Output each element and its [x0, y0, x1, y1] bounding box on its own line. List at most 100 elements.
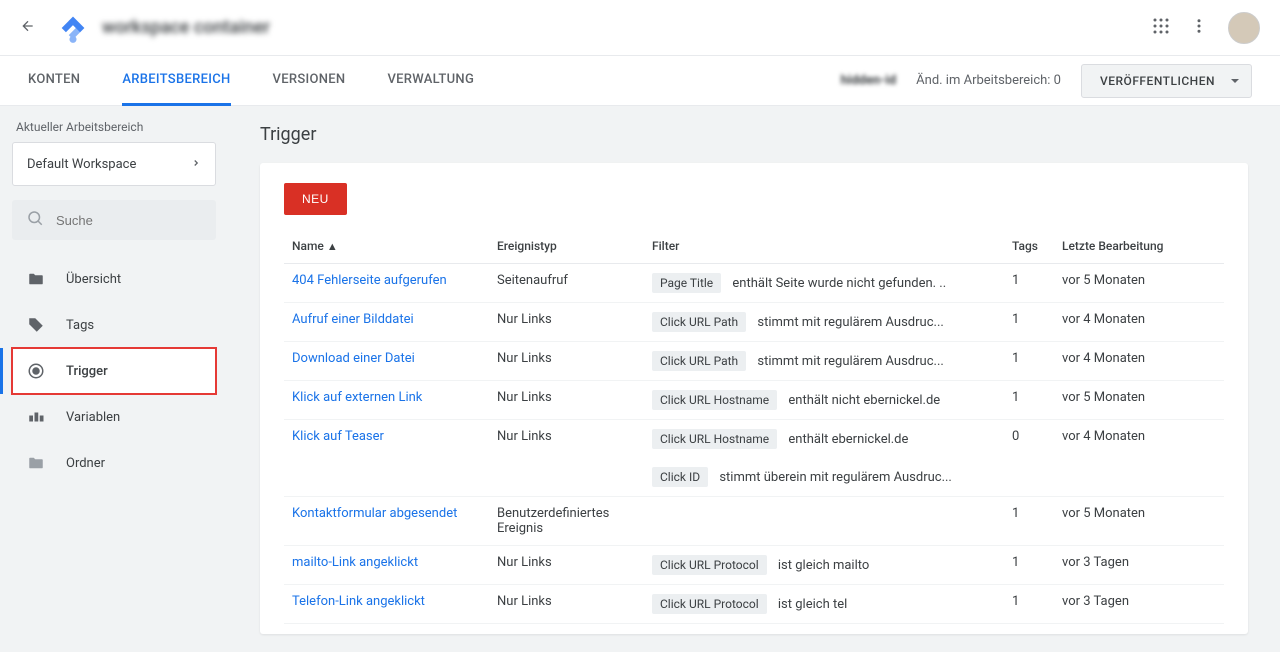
tab-versionen[interactable]: VERSIONEN [273, 56, 346, 106]
filter-cell: Click URL Protocol ist gleich tel [644, 585, 1004, 624]
search-icon [26, 209, 44, 231]
table-row[interactable]: Download einer DateiNur LinksClick URL P… [284, 342, 1224, 381]
trigger-name-link[interactable]: 404 Fehlerseite aufgerufen [292, 273, 447, 288]
back-arrow-icon[interactable] [20, 18, 36, 38]
table-row[interactable]: Click ID stimmt überein mit regulärem Au… [284, 458, 1224, 497]
filter-cell: Click URL Protocol ist gleich mailto [644, 546, 1004, 585]
chevron-right-icon [191, 157, 201, 172]
project-title[interactable]: workspace container [102, 17, 270, 38]
filter-cell: Page Title enthält Seite wurde nicht gef… [644, 264, 1004, 303]
sidebar-item-trigger[interactable]: Trigger [12, 348, 216, 394]
tag-icon [26, 316, 46, 334]
trigger-name-link[interactable]: Aufruf einer Bilddatei [292, 312, 414, 327]
col-tags[interactable]: Tags [1004, 229, 1054, 264]
sidebar: Aktueller Arbeitsbereich Default Workspa… [0, 106, 228, 652]
sub-nav: KONTENARBEITSBEREICHVERSIONENVERWALTUNG … [0, 56, 1280, 106]
filter-cell: Click URL Path stimmt mit regulärem Ausd… [644, 303, 1004, 342]
sidebar-item-label: Variablen [66, 410, 120, 425]
event-type: Benutzerdefiniertes Ereignis [489, 497, 644, 546]
workspace-label: Aktueller Arbeitsbereich [16, 120, 216, 134]
filter-chip: Click URL Hostname [652, 390, 777, 410]
tags-count: 1 [1004, 264, 1054, 303]
folder-icon [26, 270, 46, 288]
table-row[interactable]: mailto-Link angeklickt Nur LinksClick URL… [284, 546, 1224, 585]
search-input[interactable] [56, 213, 202, 228]
user-avatar[interactable] [1228, 12, 1260, 44]
filter-chip: Page Title [652, 273, 721, 293]
workspace-changes-text[interactable]: Änd. im Arbeitsbereich: 0 [916, 73, 1061, 88]
filter-cell: Click URL Hostname enthält nicht ebernic… [644, 381, 1004, 420]
table-row[interactable]: Klick auf TeaserNur LinksClick URL Hostn… [284, 420, 1224, 459]
trigger-name-link[interactable]: mailto-Link angeklickt [292, 555, 418, 570]
tags-count: 0 [1004, 420, 1054, 459]
sidebar-item-übersicht[interactable]: Übersicht [12, 256, 216, 302]
trigger-name-link[interactable]: Klick auf Teaser [292, 429, 384, 444]
table-row[interactable]: Kontaktformular abgesendet Benutzerdefini… [284, 497, 1224, 546]
col-event[interactable]: Ereignistyp [489, 229, 644, 264]
col-edited[interactable]: Letzte Bearbeitung [1054, 229, 1224, 264]
tags-count: 1 [1004, 585, 1054, 624]
trigger-name-link[interactable]: Kontaktformular abgesendet [292, 506, 457, 521]
trigger-table: Name ▲ Ereignistyp Filter Tags Letzte Be… [284, 229, 1224, 624]
event-type: Nur Links [489, 303, 644, 342]
sidebar-item-variablen[interactable]: Variablen [12, 394, 216, 440]
filter-chip: Click ID [652, 467, 708, 487]
content: Trigger NEU Name ▲ Ereignistyp Filter Ta… [228, 106, 1280, 652]
trigger-name-link[interactable]: Telefon-Link angeklickt [292, 594, 425, 609]
target-icon [26, 362, 46, 380]
filter-chip: Click URL Hostname [652, 429, 777, 449]
filter-cell: Click URL Path stimmt mit regulärem Ausd… [644, 342, 1004, 381]
tags-count: 1 [1004, 546, 1054, 585]
col-name[interactable]: Name ▲ [284, 229, 489, 264]
container-id[interactable]: hidden-id [841, 73, 897, 88]
sort-asc-icon: ▲ [327, 240, 338, 253]
publish-button[interactable]: VERÖFFENTLICHEN [1081, 64, 1252, 98]
event-type: Nur Links [489, 546, 644, 585]
tags-count: 1 [1004, 497, 1054, 546]
blocks-icon [26, 408, 46, 426]
table-row[interactable]: Aufruf einer BilddateiNur LinksClick URL… [284, 303, 1224, 342]
table-row[interactable]: 404 Fehlerseite aufgerufenSeitenaufrufPa… [284, 264, 1224, 303]
last-edit: vor 5 Monaten [1054, 381, 1224, 420]
tab-verwaltung[interactable]: VERWALTUNG [387, 56, 474, 106]
tags-count: 1 [1004, 381, 1054, 420]
more-vert-icon[interactable] [1190, 17, 1208, 39]
trigger-card: NEU Name ▲ Ereignistyp Filter Tags Letzt… [260, 163, 1248, 634]
workspace-selector[interactable]: Default Workspace [12, 142, 216, 186]
last-edit: vor 4 Monaten [1054, 342, 1224, 381]
trigger-name-link[interactable]: Klick auf externen Link [292, 390, 422, 405]
tab-konten[interactable]: KONTEN [28, 56, 80, 106]
trigger-name-link[interactable]: Download einer Datei [292, 351, 415, 366]
event-type: Nur Links [489, 342, 644, 381]
filter-cell: Click URL Hostname enthält ebernickel.de [644, 420, 1004, 459]
table-row[interactable]: Klick auf externen LinkNur LinksClick UR… [284, 381, 1224, 420]
search-box[interactable] [12, 200, 216, 240]
last-edit: vor 4 Monaten [1054, 303, 1224, 342]
apps-grid-icon[interactable] [1152, 17, 1170, 39]
new-button[interactable]: NEU [284, 183, 347, 215]
filter-chip: Click URL Protocol [652, 594, 767, 614]
sidebar-item-label: Trigger [66, 364, 108, 379]
last-edit: vor 3 Tagen [1054, 585, 1224, 624]
filter-cell: Click ID stimmt überein mit regulärem Au… [644, 458, 1004, 497]
event-type: Seitenaufruf [489, 264, 644, 303]
filter-chip: Click URL Path [652, 351, 746, 371]
main-area: Aktueller Arbeitsbereich Default Workspa… [0, 106, 1280, 652]
event-type: Nur Links [489, 420, 644, 459]
filter-chip: Click URL Path [652, 312, 746, 332]
gtm-logo-icon [56, 11, 90, 45]
col-filter[interactable]: Filter [644, 229, 1004, 264]
last-edit: vor 5 Monaten [1054, 264, 1224, 303]
table-row[interactable]: Telefon-Link angeklicktNur LinksClick UR… [284, 585, 1224, 624]
last-edit: vor 3 Tagen [1054, 546, 1224, 585]
folder-gray-icon [26, 454, 46, 472]
tab-arbeitsbereich[interactable]: ARBEITSBEREICH [122, 56, 230, 106]
event-type: Nur Links [489, 585, 644, 624]
event-type: Nur Links [489, 381, 644, 420]
sidebar-item-ordner[interactable]: Ordner [12, 440, 216, 486]
workspace-value: Default Workspace [27, 157, 136, 172]
top-bar: workspace container [0, 0, 1280, 56]
last-edit: vor 4 Monaten [1054, 420, 1224, 459]
sidebar-item-tags[interactable]: Tags [12, 302, 216, 348]
last-edit: vor 5 Monaten [1054, 497, 1224, 546]
